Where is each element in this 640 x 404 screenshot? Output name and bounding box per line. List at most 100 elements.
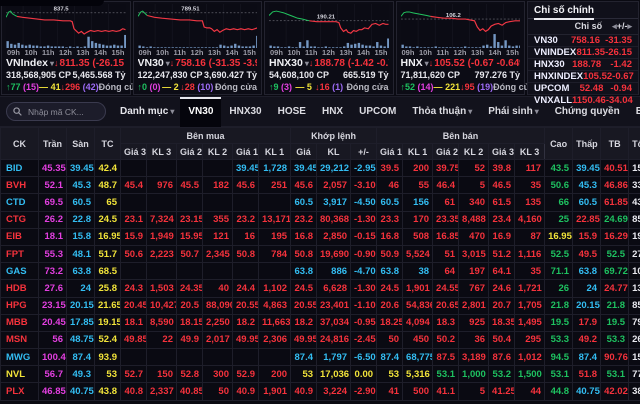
- price-cell: 3,224: [317, 383, 351, 400]
- index-row-hnxindex[interactable]: HNXINDEX105.52-0.67: [528, 71, 638, 83]
- price-cell: 263,: [629, 331, 640, 348]
- price-cell: 40.8: [121, 383, 147, 400]
- price-cell: 20.45: [121, 297, 147, 314]
- ticker-cell[interactable]: BVH: [1, 177, 39, 194]
- ticker-cell[interactable]: MSN: [1, 331, 39, 348]
- price-cell: 16.8: [377, 228, 403, 245]
- mini-chart: 190.21: [269, 4, 389, 48]
- tab-hose[interactable]: HOSE: [270, 97, 314, 127]
- ticker-cell[interactable]: HDB: [1, 280, 39, 297]
- tab-vn30[interactable]: VN30: [180, 97, 221, 127]
- price-cell: 20.65: [433, 297, 459, 314]
- tab-hnx30[interactable]: HNX30: [221, 97, 269, 127]
- price-cell: -1.10: [351, 297, 377, 314]
- arrow-right-icon[interactable]: ▸: [627, 21, 632, 31]
- price-cell: 17.85: [67, 314, 95, 331]
- change-mode-toggle[interactable]: ◂+/-▸: [612, 21, 632, 32]
- price-cell: [147, 160, 177, 177]
- time-label: 14h: [489, 48, 502, 57]
- search-input[interactable]: [26, 106, 99, 118]
- time-label: 15h: [243, 48, 256, 57]
- index-row-upcom[interactable]: UPCOM52.48-0.94: [528, 83, 638, 95]
- price-cell: 23.2: [233, 211, 259, 228]
- price-cell: 87: [515, 228, 545, 245]
- price-cell: 77,: [629, 366, 640, 383]
- price-cell: [121, 349, 147, 366]
- tab-chứng-quyền[interactable]: Chứng quyền: [547, 97, 628, 127]
- time-label: 15h: [111, 48, 124, 57]
- price-cell: 1,721: [515, 280, 545, 297]
- ticker-cell[interactable]: FPT: [1, 245, 39, 262]
- price-cell: 450: [403, 331, 433, 348]
- price-cell: 52.9: [233, 366, 259, 383]
- tab-etf[interactable]: ETF▾: [628, 97, 640, 127]
- price-cell: -4.50: [351, 194, 377, 211]
- price-cell: 51: [433, 245, 459, 262]
- price-cell: 52.5: [601, 245, 629, 262]
- index-value: 52.48: [569, 83, 603, 94]
- price-cell: 1,797: [317, 349, 351, 366]
- ticker-cell[interactable]: BID: [1, 160, 39, 177]
- unchanged-count: — 41: [39, 81, 61, 93]
- price-cell: 53.1: [433, 366, 459, 383]
- price-cell: 48.75: [67, 331, 95, 348]
- price-cell: 24.5: [291, 280, 317, 297]
- price-cell: -4.70: [351, 263, 377, 280]
- down-arrow-icon: ↓: [309, 58, 314, 68]
- price-cell: 29,212: [317, 160, 351, 177]
- price-cell: 10,427: [147, 297, 177, 314]
- price-cell: -2.45: [351, 331, 377, 348]
- index-row-hnx30[interactable]: HNX30188.78-1.42: [528, 59, 638, 71]
- price-cell: 886: [317, 263, 351, 280]
- table-row: GAS73.263.868.563.8886-4.7063.8386419764…: [1, 263, 640, 280]
- ticker-cell[interactable]: MWG: [1, 349, 39, 366]
- price-cell: 53.1: [601, 366, 629, 383]
- tab-phái-sinh[interactable]: Phái sinh▾: [480, 97, 546, 127]
- price-cell: 2,017: [203, 331, 233, 348]
- tab-thỏa-thuận[interactable]: Thỏa thuận▾: [404, 97, 480, 127]
- index-name-select[interactable]: HNX30▾: [269, 57, 309, 70]
- index-row-vn30[interactable]: VN30758.16-31.35: [528, 35, 638, 47]
- group-buy: Bên mua: [121, 128, 291, 144]
- price-cell: [259, 263, 291, 280]
- time-label: 13h: [77, 48, 90, 57]
- price-cell: 1,503: [147, 280, 177, 297]
- ticker-cell[interactable]: CTG: [1, 211, 39, 228]
- table-row: HPG23.1520.1521.6520.4510,42720.588,0902…: [1, 297, 640, 314]
- price-cell: 7,324: [147, 211, 177, 228]
- price-cell: [203, 194, 233, 211]
- price-cell: 54,836: [403, 297, 433, 314]
- price-cell: 852,: [629, 297, 640, 314]
- index-chart-panel: 789.51 09h10h11h12h13h14h15h VN30▾ ↓758.…: [133, 1, 263, 95]
- menu-danh-muc[interactable]: Danh mục▾: [120, 106, 174, 117]
- search-box[interactable]: [6, 102, 106, 121]
- price-cell: 64.1: [489, 263, 515, 280]
- unchanged-count: — 221: [434, 81, 461, 93]
- price-cell: 22.8: [67, 211, 95, 228]
- price-cell: 51.2: [489, 245, 515, 262]
- index-name-select[interactable]: VN30▾: [138, 57, 170, 70]
- time-label: 11h: [305, 48, 318, 57]
- tab-upcom[interactable]: UPCOM: [351, 97, 404, 127]
- price-cell: 25: [545, 211, 573, 228]
- ticker-cell[interactable]: HPG: [1, 297, 39, 314]
- index-row-vnindex[interactable]: VNINDEX811.35-26.15: [528, 47, 638, 59]
- ticker-cell[interactable]: CTD: [1, 194, 39, 211]
- price-cell: 60.5: [377, 194, 403, 211]
- price-cell: 15.95: [177, 228, 203, 245]
- price-cell: 1,102: [259, 280, 291, 297]
- ticker-cell[interactable]: GAS: [1, 263, 39, 280]
- price-cell: 16.8: [291, 228, 317, 245]
- index-name-select[interactable]: HNX▾: [401, 57, 429, 70]
- ticker-cell[interactable]: NVL: [1, 366, 39, 383]
- ticker-cell[interactable]: EIB: [1, 228, 39, 245]
- ticker-cell[interactable]: MBB: [1, 314, 39, 331]
- index-name-select[interactable]: VNIndex▾: [6, 57, 54, 70]
- col-san: Sàn: [67, 128, 95, 160]
- tab-hnx[interactable]: HNX: [314, 97, 351, 127]
- time-label: 10h: [24, 48, 37, 57]
- price-cell: 500: [403, 383, 433, 400]
- ticker-cell[interactable]: PLX: [1, 383, 39, 400]
- price-cell: 50: [377, 331, 403, 348]
- table-row: EIB18.115.816.9515.91,94915.951211619516…: [1, 228, 640, 245]
